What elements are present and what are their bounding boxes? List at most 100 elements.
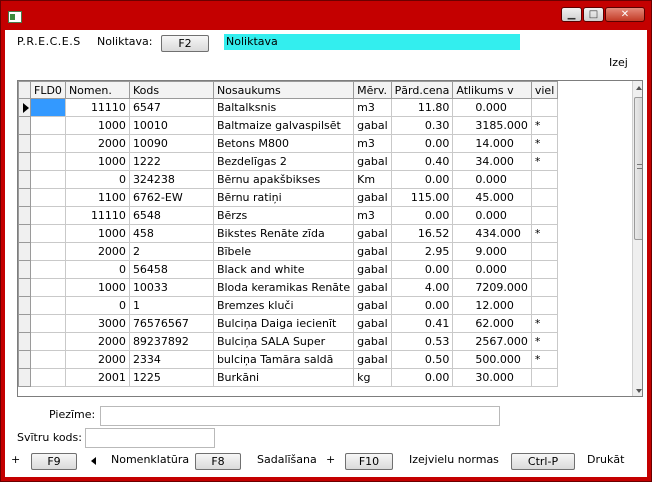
cell-viel[interactable]: * [530,152,559,171]
cell-atlikums[interactable]: 3185.000 [452,116,532,135]
cell-fld0[interactable] [30,224,66,243]
cell-nomen[interactable]: 11110 [64,98,130,117]
izej-label[interactable]: Izej [609,56,628,69]
row-indicator[interactable] [18,368,31,387]
cell-kods[interactable]: 10090 [128,134,214,153]
f2-button[interactable]: F2 [161,35,209,52]
scroll-thumb[interactable] [634,97,642,240]
cell-atlikums[interactable]: 34.000 [452,152,532,171]
cell-atlikums[interactable]: 500.000 [452,350,532,369]
table-row[interactable]: 1000 458 Bikstes Renāte zīda gabal 16.52 434.… [18,224,559,243]
col-header-kods[interactable]: Kods [128,81,214,99]
cell-viel[interactable]: * [530,332,559,351]
cell-nosaukums[interactable]: Betons M800 [212,134,355,153]
cell-merv[interactable]: gabal [353,242,392,261]
cell-kods[interactable]: 2334 [128,350,214,369]
f8-button[interactable]: F8 [195,453,241,470]
table-row[interactable]: 2001 1225 Burkāni kg 0.00 30.000 [18,368,559,387]
cell-nomen[interactable]: 2000 [64,350,130,369]
cell-merv[interactable]: m3 [353,98,392,117]
cell-merv[interactable]: Km [353,170,392,189]
row-indicator[interactable] [18,152,31,171]
cell-kods[interactable]: 10010 [128,116,214,135]
table-row[interactable]: 1100 6762-EW Bērnu ratiņi gabal 115.00 45.000 [18,188,559,207]
cell-pard-cena[interactable]: 0.00 [390,206,454,225]
f10-button[interactable]: F10 [345,453,393,470]
table-row[interactable]: 0 56458 Black and white gabal 0.00 0.000 [18,260,559,279]
cell-nomen[interactable]: 1000 [64,116,130,135]
cell-atlikums[interactable]: 0.000 [452,206,532,225]
cell-viel[interactable] [530,368,559,387]
close-button[interactable]: ✕ [605,7,645,22]
barcode-input[interactable] [85,428,215,448]
cell-atlikums[interactable]: 434.000 [452,224,532,243]
cell-viel[interactable] [530,206,559,225]
row-indicator[interactable] [18,260,31,279]
cell-merv[interactable]: m3 [353,134,392,153]
cell-merv[interactable]: gabal [353,350,392,369]
cell-pard-cena[interactable]: 0.00 [390,260,454,279]
cell-viel[interactable]: * [530,134,559,153]
table-row[interactable]: 1000 1222 Bezdelīgas 2 gabal 0.40 34.000 * [18,152,559,171]
cell-fld0[interactable] [30,278,66,297]
cell-fld0[interactable] [30,350,66,369]
row-indicator[interactable] [18,206,31,225]
col-header-fld0[interactable]: FLD0 [30,81,66,99]
cell-pard-cena[interactable]: 0.40 [390,152,454,171]
cell-nosaukums[interactable]: Bībele [212,242,355,261]
cell-viel[interactable]: * [530,116,559,135]
cell-fld0[interactable] [30,188,66,207]
row-indicator[interactable] [18,332,31,351]
cell-viel[interactable] [530,242,559,261]
piezime-input[interactable] [100,406,500,426]
cell-kods[interactable]: 6547 [128,98,214,117]
cell-kods[interactable]: 458 [128,224,214,243]
cell-nosaukums[interactable]: Bērzs [212,206,355,225]
table-row[interactable]: 1000 10010 Baltmaize galvaspilsēt gabal 0.30… [18,116,559,135]
cell-fld0[interactable] [30,296,66,315]
cell-merv[interactable]: gabal [353,296,392,315]
cell-kods[interactable]: 2 [128,242,214,261]
cell-atlikums[interactable]: 0.000 [452,170,532,189]
cell-kods[interactable]: 1 [128,296,214,315]
col-header-nomen[interactable]: Nomen. [64,81,130,99]
table-row[interactable]: 3000 76576567 Bulciņa Daiga iecienīt gabal 0… [18,314,559,333]
table-row[interactable]: 11110 6547 Baltalksnis m3 11.80 0.000 [18,98,559,117]
row-indicator[interactable] [18,116,31,135]
cell-fld0[interactable] [30,152,66,171]
table-row[interactable]: 2000 2 Bībele gabal 2.95 9.000 [18,242,559,261]
cell-nosaukums[interactable]: bulciņa Tamāra saldā [212,350,355,369]
col-header-merv[interactable]: Mērv. [353,81,392,99]
cell-kods[interactable]: 1225 [128,368,214,387]
cell-fld0[interactable] [30,98,66,117]
cell-merv[interactable]: m3 [353,206,392,225]
cell-nomen[interactable]: 1000 [64,278,130,297]
cell-viel[interactable]: * [530,224,559,243]
cell-merv[interactable]: kg [353,368,392,387]
cell-viel[interactable]: * [530,350,559,369]
cell-merv[interactable]: gabal [353,314,392,333]
cell-kods[interactable]: 56458 [128,260,214,279]
cell-nosaukums[interactable]: Black and white [212,260,355,279]
cell-atlikums[interactable]: 2567.000 [452,332,532,351]
row-indicator[interactable] [18,170,31,189]
row-indicator[interactable] [18,296,31,315]
cell-fld0[interactable] [30,260,66,279]
table-row[interactable]: 1000 10033 Bloda keramikas Renāte gabal 4.00… [18,278,559,297]
app-icon[interactable] [8,11,22,23]
table-row[interactable]: 0 1 Bremzes kluči gabal 0.00 12.000 [18,296,559,315]
cell-viel[interactable] [530,296,559,315]
cell-pard-cena[interactable]: 0.00 [390,368,454,387]
cell-pard-cena[interactable]: 0.53 [390,332,454,351]
cell-viel[interactable] [530,188,559,207]
cell-kods[interactable]: 10033 [128,278,214,297]
cell-kods[interactable]: 6548 [128,206,214,225]
print-button[interactable]: Ctrl-P [511,453,575,470]
cell-pard-cena[interactable]: 0.00 [390,296,454,315]
products-grid[interactable]: FLD0 Nomen. Kods Nosaukums Mērv. Pārd.ce… [17,80,643,397]
cell-pard-cena[interactable]: 11.80 [390,98,454,117]
col-header-pard-cena[interactable]: Pārd.cena [390,81,454,99]
cell-viel[interactable] [530,278,559,297]
cell-nosaukums[interactable]: Baltmaize galvaspilsēt [212,116,355,135]
cell-atlikums[interactable]: 7209.000 [452,278,532,297]
